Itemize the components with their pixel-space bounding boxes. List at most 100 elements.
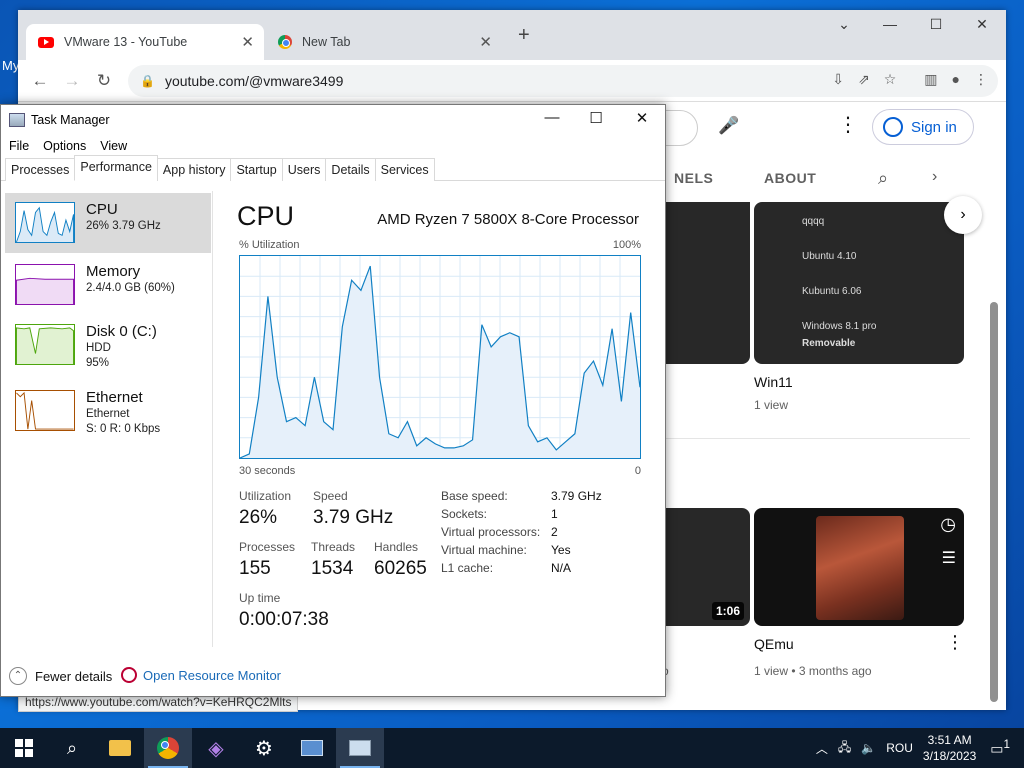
carousel-next-button[interactable]: › [944, 196, 982, 234]
notification-count: 1 [1003, 738, 1010, 752]
show-hidden-icons-icon[interactable]: ︿ [816, 740, 828, 757]
tab-youtube[interactable]: VMware 13 - YouTube ✕ [26, 24, 264, 60]
microphone-icon[interactable]: 🎤 [718, 116, 739, 136]
minimize-button[interactable]: — [870, 16, 910, 32]
tab-strip: VMware 13 - YouTube ✕ New Tab ✕ + ⌄ — ☐ … [18, 10, 1006, 60]
sidebar-item-cpu[interactable]: CPU 26% 3.79 GHz [5, 193, 211, 253]
channel-tab-channels[interactable]: NELS [674, 170, 713, 186]
tab-performance[interactable]: Performance [74, 155, 158, 181]
start-button[interactable] [0, 728, 48, 768]
task-manager-footer: ⌃ Fewer details Open Resource Monitor [1, 657, 665, 697]
new-tab-button[interactable]: + [518, 24, 530, 47]
scrollbar[interactable] [990, 302, 998, 702]
sidebar-item-ethernet[interactable]: Ethernet Ethernet S: 0 R: 0 Kbps [5, 381, 211, 441]
close-tab-icon[interactable]: ✕ [479, 33, 492, 51]
video-thumbnail[interactable]: 1:06 [658, 508, 750, 626]
tab-services[interactable]: Services [374, 158, 435, 181]
reload-button[interactable]: ↻ [88, 71, 120, 91]
volume-icon[interactable]: 🔈 [861, 741, 876, 755]
task-manager-taskbar-icon[interactable] [336, 728, 384, 768]
file-explorer-icon[interactable] [96, 728, 144, 768]
browser-toolbar: ← → ↻ 🔒 youtube.com/@vmware3499 ⇩ ⇗ ☆ ▥ … [18, 60, 1006, 102]
tab-users[interactable]: Users [281, 158, 327, 181]
chrome-menu-icon[interactable]: ⋮ [974, 71, 988, 88]
sidebar-name: CPU [86, 201, 118, 218]
tab-search-icon[interactable]: ⌄ [824, 16, 864, 33]
remote-desktop-icon[interactable] [288, 728, 336, 768]
open-resource-monitor-link[interactable]: Open Resource Monitor [121, 667, 281, 683]
max-axis-label: 100% [612, 239, 641, 251]
menu-view[interactable]: View [100, 139, 127, 153]
notification-icon[interactable]: ▭1 [990, 738, 1010, 758]
tab-label: VMware 13 - YouTube [64, 35, 188, 49]
chevron-right-icon[interactable]: › [932, 168, 937, 186]
settings-gear-icon[interactable]: ⚙ [240, 728, 288, 768]
back-button[interactable]: ← [24, 71, 56, 91]
search-icon[interactable]: ⌕ [48, 728, 96, 768]
close-button[interactable]: ✕ [619, 109, 665, 127]
video-thumbnail-qemu[interactable]: ◷ ☰ [754, 508, 964, 626]
video-thumbnail-win11[interactable]: qqqq Ubuntu 4.10 Kubuntu 6.06 Windows 8.… [754, 202, 964, 364]
visual-studio-icon[interactable]: ◈ [192, 728, 240, 768]
chrome-favicon-icon [278, 35, 292, 49]
maximize-button[interactable]: ☐ [573, 109, 619, 127]
memory-mini-graph [15, 264, 75, 305]
spec-value: 1 [551, 507, 558, 521]
network-icon[interactable]: 🖧 [838, 738, 851, 759]
uptime-value: 0:00:07:38 [239, 609, 329, 630]
sign-in-button[interactable]: Sign in [872, 109, 974, 145]
tab-processes[interactable]: Processes [5, 158, 76, 181]
profile-icon[interactable]: ● [952, 71, 960, 88]
bookmark-star-icon[interactable]: ☆ [884, 71, 897, 88]
menu-bar: File Options View [1, 135, 665, 157]
chevron-up-icon: ⌃ [9, 667, 27, 685]
address-url: youtube.com/@vmware3499 [164, 73, 344, 89]
close-window-button[interactable]: ✕ [962, 16, 1002, 33]
tab-startup[interactable]: Startup [230, 158, 283, 181]
menu-item: Ubuntu 4.10 [802, 251, 857, 262]
menu-file[interactable]: File [9, 139, 29, 153]
sidebar-sub: 2.4/4.0 GB (60%) [86, 282, 175, 294]
tab-new-tab[interactable]: New Tab ✕ [266, 24, 502, 60]
lock-icon[interactable]: 🔒 [140, 74, 155, 88]
tab-details[interactable]: Details [325, 158, 376, 181]
sidebar-item-disk[interactable]: Disk 0 (C:) HDD 95% [5, 315, 211, 375]
close-tab-icon[interactable]: ✕ [241, 33, 254, 51]
more-options-icon[interactable]: ⋮ [838, 112, 858, 137]
ethernet-mini-graph [15, 390, 75, 431]
language-indicator[interactable]: ROU [886, 741, 913, 755]
minimize-button[interactable]: — [529, 109, 575, 126]
channel-tab-about[interactable]: ABOUT [764, 170, 816, 186]
share-icon[interactable]: ⇗ [858, 71, 870, 88]
zero-axis-label: 0 [634, 465, 641, 477]
add-to-queue-icon[interactable]: ☰ [942, 548, 956, 568]
install-icon[interactable]: ⇩ [832, 71, 844, 88]
watch-later-icon[interactable]: ◷ [940, 514, 956, 535]
cpu-details-panel: CPU AMD Ryzen 7 5800X 8-Core Processor %… [237, 191, 647, 647]
video-title[interactable]: QEmu [754, 636, 794, 652]
address-bar[interactable]: 🔒 youtube.com/@vmware3499 ⇩ ⇗ ☆ ▥ ● ⋮ [128, 65, 998, 97]
channel-search-icon[interactable]: ⌕ [878, 168, 888, 189]
maximize-button[interactable]: ☐ [916, 16, 956, 33]
processes-value: 155 [239, 558, 271, 579]
processes-label: Processes [239, 540, 296, 554]
spec-key: Sockets: [441, 507, 488, 521]
video-thumbnail[interactable] [658, 202, 750, 364]
sidebar-item-memory[interactable]: Memory 2.4/4.0 GB (60%) [5, 255, 211, 315]
clock[interactable]: 3:51 AM 3/18/2023 [923, 732, 976, 764]
divider [658, 438, 970, 439]
video-menu-icon[interactable]: ⋮ [946, 632, 964, 653]
tab-app-history[interactable]: App history [156, 158, 232, 181]
video-title[interactable]: Win11 [754, 374, 793, 390]
menu-options[interactable]: Options [43, 139, 86, 153]
speed-label: Speed [313, 489, 348, 503]
tab-label: New Tab [302, 35, 351, 49]
desktop-icon-label[interactable]: My [2, 58, 19, 73]
sidebar-name: Memory [86, 263, 141, 280]
fewer-details-button[interactable]: ⌃ Fewer details [9, 667, 112, 685]
clock-time: 3:51 AM [927, 733, 972, 747]
forward-button[interactable]: → [56, 71, 88, 91]
side-panel-icon[interactable]: ▥ [924, 71, 937, 88]
chrome-taskbar-icon[interactable] [144, 728, 192, 768]
menu-item: Windows 8.1 pro [802, 321, 877, 332]
